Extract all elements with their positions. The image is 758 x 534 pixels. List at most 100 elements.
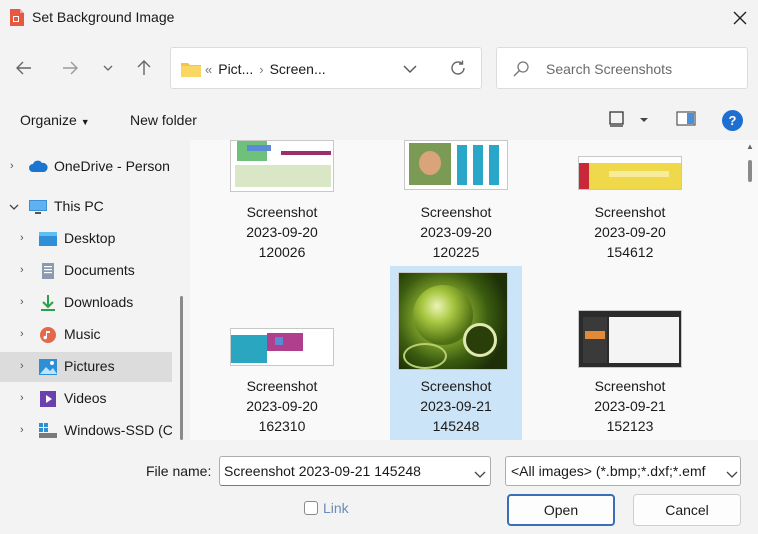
preview-pane-icon bbox=[676, 111, 696, 126]
file-name: Screenshot 2023-09-20 120026 bbox=[222, 202, 342, 262]
search-box[interactable]: Search Screenshots bbox=[496, 47, 748, 89]
chevron-down-icon bbox=[103, 65, 113, 71]
tree-item-this-pc[interactable]: This PC bbox=[0, 192, 172, 222]
file-list: Screenshot 2023-09-20 120026 Screenshot … bbox=[190, 140, 758, 440]
preview-pane-button[interactable] bbox=[676, 110, 696, 131]
chevron-down-icon bbox=[474, 471, 486, 478]
file-tile[interactable]: Screenshot 2023-09-21 152123 bbox=[570, 266, 690, 440]
tree-item-label: Documents bbox=[64, 262, 135, 278]
file-name-value: Screenshot 2023-09-21 145248 bbox=[224, 463, 421, 479]
view-button[interactable] bbox=[608, 110, 626, 131]
file-thumbnail bbox=[404, 140, 508, 190]
organize-label: Organize bbox=[20, 112, 77, 128]
chevron-down-icon bbox=[9, 204, 19, 210]
file-name: Screenshot 2023-09-20 154612 bbox=[570, 202, 690, 262]
file-type-select[interactable]: <All images> (*.bmp;*.dxf;*.emf bbox=[505, 456, 741, 486]
file-name: Screenshot 2023-09-21 145248 bbox=[390, 376, 522, 436]
tree-item-label: Desktop bbox=[64, 230, 116, 246]
navigation-scrollbar[interactable] bbox=[180, 296, 183, 440]
new-folder-button[interactable]: New folder bbox=[130, 112, 197, 128]
tree-item-documents[interactable]: › Documents bbox=[0, 256, 172, 286]
file-name-line: Screenshot bbox=[420, 378, 492, 394]
tree-item-onedrive[interactable]: › OneDrive - Person bbox=[0, 152, 172, 182]
arrow-right-icon bbox=[63, 61, 78, 75]
tree-item-pictures[interactable]: › Pictures bbox=[0, 352, 172, 382]
file-name-dropdown[interactable] bbox=[474, 466, 486, 482]
organize-button[interactable]: Organize ▼ bbox=[20, 112, 90, 128]
tree-item-desktop[interactable]: › Desktop bbox=[0, 224, 172, 254]
window-title: Set Background Image bbox=[32, 9, 175, 25]
refresh-button[interactable] bbox=[449, 59, 467, 80]
link-checkbox[interactable] bbox=[304, 501, 318, 515]
file-tile-selected[interactable]: Screenshot 2023-09-21 145248 bbox=[390, 266, 522, 440]
file-name-line: 152123 bbox=[606, 418, 654, 434]
file-name-line: 120026 bbox=[258, 244, 306, 260]
cloud-icon bbox=[29, 160, 48, 172]
tree-item-windows-ssd[interactable]: › Windows-SSD (C bbox=[0, 416, 172, 440]
file-name-line: Screenshot bbox=[420, 204, 492, 220]
tree-item-label: OneDrive - Person bbox=[54, 158, 170, 174]
chevron-right-icon: › bbox=[20, 424, 24, 436]
refresh-icon bbox=[451, 60, 465, 75]
tree-item-label: This PC bbox=[54, 198, 104, 214]
scroll-up-icon[interactable]: ▲ bbox=[746, 142, 754, 151]
file-list-scrollbar[interactable] bbox=[748, 160, 752, 182]
search-icon bbox=[513, 61, 529, 77]
file-name-input[interactable]: Screenshot 2023-09-21 145248 bbox=[219, 456, 491, 486]
file-name-line: 2023-09-21 bbox=[420, 398, 492, 414]
chevron-down-icon bbox=[403, 65, 417, 73]
close-icon bbox=[733, 11, 747, 25]
search-placeholder: Search Screenshots bbox=[546, 61, 673, 77]
file-thumbnail bbox=[578, 310, 682, 368]
download-icon bbox=[41, 295, 55, 311]
tree-item-label: Pictures bbox=[64, 358, 115, 374]
file-name-line: 2023-09-21 bbox=[594, 398, 666, 414]
close-button[interactable] bbox=[724, 2, 756, 34]
command-bar: Organize ▼ New folder ? bbox=[0, 104, 758, 136]
breadcrumb-pictures[interactable]: Pict... bbox=[218, 61, 253, 77]
back-button[interactable] bbox=[12, 56, 36, 80]
file-name-line: 2023-09-20 bbox=[420, 224, 492, 240]
chevron-right-icon: › bbox=[20, 264, 24, 276]
tree-item-label: Music bbox=[64, 326, 101, 342]
file-tile[interactable]: Screenshot 2023-09-20 162310 bbox=[222, 266, 342, 440]
cancel-button[interactable]: Cancel bbox=[633, 494, 741, 526]
drive-icon bbox=[39, 423, 57, 438]
file-thumbnail bbox=[230, 328, 334, 366]
open-button[interactable]: Open bbox=[507, 494, 615, 526]
file-name-label: File name: bbox=[146, 463, 212, 479]
file-name: Screenshot 2023-09-20 120225 bbox=[396, 202, 516, 262]
file-name: Screenshot 2023-09-20 162310 bbox=[222, 376, 342, 436]
tree-item-music[interactable]: › Music bbox=[0, 320, 172, 350]
tree-item-videos[interactable]: › Videos bbox=[0, 384, 172, 414]
tree-item-downloads[interactable]: › Downloads bbox=[0, 288, 172, 318]
breadcrumb-overflow[interactable]: « bbox=[205, 62, 212, 77]
file-name-line: Screenshot bbox=[594, 378, 666, 394]
up-button[interactable] bbox=[132, 56, 156, 80]
file-type-value: <All images> (*.bmp;*.dxf;*.emf bbox=[511, 463, 706, 479]
breadcrumb-separator-icon: › bbox=[259, 61, 264, 77]
file-name-line: Screenshot bbox=[594, 204, 666, 220]
chevron-right-icon: › bbox=[20, 360, 24, 372]
file-name-line: 154612 bbox=[606, 244, 654, 260]
file-type-dropdown[interactable] bbox=[726, 466, 738, 482]
computer-icon bbox=[29, 200, 47, 214]
view-dropdown-button[interactable] bbox=[640, 112, 648, 131]
caret-down-icon bbox=[640, 118, 648, 122]
title-bar: Set Background Image bbox=[0, 0, 758, 36]
file-name-line: 162310 bbox=[258, 418, 306, 434]
chevron-right-icon: › bbox=[20, 328, 24, 340]
recent-locations-button[interactable] bbox=[96, 56, 120, 80]
forward-button[interactable] bbox=[58, 56, 82, 80]
file-thumbnail bbox=[578, 156, 682, 190]
caret-down-icon: ▼ bbox=[80, 117, 90, 127]
link-label[interactable]: Link bbox=[323, 500, 349, 516]
address-bar[interactable]: « Pict... › Screen... bbox=[170, 47, 482, 89]
file-name-line: 145248 bbox=[432, 418, 480, 434]
address-dropdown-button[interactable] bbox=[403, 60, 417, 76]
file-name: Screenshot 2023-09-21 152123 bbox=[570, 376, 690, 436]
help-button[interactable]: ? bbox=[722, 110, 743, 131]
file-name-line: Screenshot bbox=[246, 204, 318, 220]
breadcrumb-screenshots[interactable]: Screen... bbox=[270, 61, 326, 77]
navigation-bar: « Pict... › Screen... Search Screenshots bbox=[0, 44, 758, 92]
